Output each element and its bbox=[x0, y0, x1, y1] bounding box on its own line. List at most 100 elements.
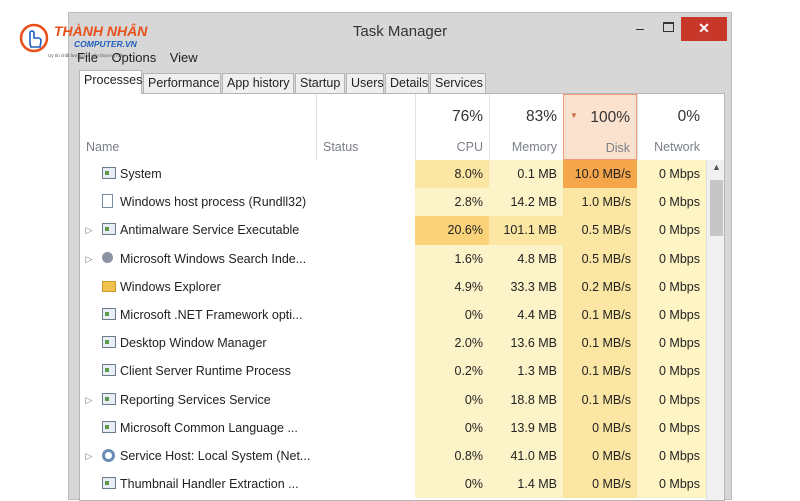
process-memory: 14.2 MB bbox=[489, 188, 563, 217]
process-network: 0 Mbps bbox=[637, 188, 706, 217]
process-disk: 0.2 MB/s bbox=[563, 272, 637, 301]
network-total-percent: 0% bbox=[677, 108, 700, 125]
process-status bbox=[316, 470, 412, 498]
process-status bbox=[316, 216, 412, 244]
process-row[interactable]: Microsoft .NET Framework opti... 0% 4.4 MB… bbox=[80, 300, 706, 330]
process-disk: 0.1 MB/s bbox=[563, 357, 637, 386]
process-icon-cell bbox=[102, 188, 120, 216]
process-icon-cell bbox=[102, 357, 120, 385]
network-column-header[interactable]: 0% Network bbox=[637, 94, 706, 160]
process-row[interactable]: Windows host process (Rundll32) 2.8% 14.2 … bbox=[80, 188, 706, 217]
process-row[interactable]: Client Server Runtime Process 0.2% 1.3 MB 0… bbox=[80, 357, 706, 386]
process-disk: 0 MB/s bbox=[563, 413, 637, 442]
process-memory: 0.1 MB bbox=[489, 160, 563, 189]
process-network: 0 Mbps bbox=[637, 300, 706, 330]
process-row[interactable]: Microsoft Common Language ... 0% 13.9 MB 0 … bbox=[80, 413, 706, 442]
expand-chevron-icon[interactable]: ▷ bbox=[82, 442, 96, 470]
process-cpu: 8.0% bbox=[415, 160, 489, 189]
process-icon-cell bbox=[102, 273, 120, 301]
process-status bbox=[316, 442, 412, 470]
process-row[interactable]: Thumbnail Handler Extraction ... 0% 1.4 MB… bbox=[80, 470, 706, 499]
vertical-scrollbar[interactable]: ▲ bbox=[706, 160, 724, 500]
process-status bbox=[316, 245, 412, 273]
process-icon-cell bbox=[102, 442, 120, 470]
process-network: 0 Mbps bbox=[637, 413, 706, 442]
process-row[interactable]: Windows Explorer 4.9% 33.3 MB 0.2 MB/s 0 Mbp… bbox=[80, 272, 706, 301]
tab-services[interactable]: Services bbox=[430, 73, 486, 93]
process-icon-cell bbox=[102, 216, 120, 244]
app-icon bbox=[102, 223, 116, 236]
process-row[interactable]: System 8.0% 0.1 MB 10.0 MB/s 0 Mbps bbox=[80, 160, 706, 189]
process-cpu: 2.8% bbox=[415, 188, 489, 217]
process-network: 0 Mbps bbox=[637, 441, 706, 471]
title-bar[interactable]: Task Manager – ✕ bbox=[69, 13, 731, 49]
process-row[interactable]: ▷ Reporting Services Service 0% 18.8 MB 0.1 … bbox=[80, 385, 706, 414]
process-cpu: 0.2% bbox=[415, 357, 489, 386]
minimize-button[interactable]: – bbox=[629, 17, 651, 41]
process-row[interactable]: ▷ Service Host: Local System (Net... 0.8% 4… bbox=[80, 441, 706, 471]
app-icon bbox=[102, 336, 116, 349]
app-icon bbox=[102, 167, 116, 179]
watermark-tagline: Uy tín chất lượng tạo nên thương hiệu bbox=[48, 53, 125, 58]
expand-chevron-icon[interactable]: ▷ bbox=[82, 245, 96, 273]
memory-column-header[interactable]: 83% Memory bbox=[489, 94, 563, 160]
sort-descending-icon: ▼ bbox=[570, 111, 578, 120]
process-cpu: 0% bbox=[415, 385, 489, 414]
process-row[interactable]: ▷ Antimalware Service Executable 20.6% 101.… bbox=[80, 216, 706, 245]
process-row[interactable]: ▷ Microsoft Windows Search Inde... 1.6% 4.8… bbox=[80, 244, 706, 273]
maximize-button[interactable] bbox=[657, 17, 679, 41]
app-icon bbox=[102, 477, 116, 490]
name-header-label: Name bbox=[86, 140, 120, 154]
document-icon bbox=[102, 194, 113, 209]
cpu-column-header[interactable]: 76% CPU bbox=[415, 94, 489, 160]
process-memory: 1.4 MB bbox=[489, 470, 563, 499]
process-network: 0 Mbps bbox=[637, 470, 706, 499]
process-memory: 18.8 MB bbox=[489, 385, 563, 414]
expand-chevron-icon[interactable]: ▷ bbox=[82, 386, 96, 414]
process-cpu: 1.6% bbox=[415, 244, 489, 273]
app-icon bbox=[102, 364, 116, 377]
expand-chevron-icon[interactable]: ▷ bbox=[82, 216, 96, 244]
tab-users[interactable]: Users bbox=[346, 73, 384, 93]
process-cpu: 4.9% bbox=[415, 272, 489, 301]
process-memory: 4.4 MB bbox=[489, 300, 563, 330]
process-disk: 1.0 MB/s bbox=[563, 188, 637, 217]
process-disk: 10.0 MB/s bbox=[563, 160, 637, 189]
process-status bbox=[316, 414, 412, 442]
process-disk: 0.1 MB/s bbox=[563, 329, 637, 358]
process-memory: 13.9 MB bbox=[489, 413, 563, 442]
process-icon-cell bbox=[102, 386, 120, 414]
watermark-sub: COMPUTER.VN bbox=[74, 39, 137, 49]
name-column-header[interactable]: Name bbox=[80, 94, 316, 160]
close-button[interactable]: ✕ bbox=[681, 17, 727, 41]
process-network: 0 Mbps bbox=[637, 272, 706, 301]
no-expander bbox=[82, 273, 96, 301]
tab-startup[interactable]: Startup bbox=[295, 73, 345, 93]
hand-cursor-logo-icon bbox=[19, 23, 49, 53]
tab-processes[interactable]: Processes bbox=[79, 70, 142, 94]
process-status bbox=[316, 273, 412, 301]
tab-performance[interactable]: Performance bbox=[143, 73, 221, 93]
scrollbar-thumb[interactable] bbox=[710, 180, 723, 236]
process-network: 0 Mbps bbox=[637, 160, 706, 189]
no-expander bbox=[82, 329, 96, 357]
app-icon bbox=[102, 392, 116, 405]
user-icon bbox=[102, 251, 113, 263]
disk-header-label: Disk bbox=[605, 141, 630, 155]
app-icon bbox=[102, 420, 116, 433]
process-network: 0 Mbps bbox=[637, 385, 706, 414]
status-column-header[interactable]: Status bbox=[316, 94, 415, 160]
gear-icon bbox=[102, 448, 115, 462]
process-network: 0 Mbps bbox=[637, 357, 706, 386]
tab-app-history[interactable]: App history bbox=[222, 73, 294, 93]
menu-view[interactable]: View bbox=[170, 50, 198, 65]
process-icon-cell bbox=[102, 470, 120, 498]
tab-details[interactable]: Details bbox=[385, 73, 429, 93]
process-memory: 33.3 MB bbox=[489, 272, 563, 301]
process-row[interactable]: Desktop Window Manager 2.0% 13.6 MB 0.1 MB/… bbox=[80, 329, 706, 358]
process-icon-cell bbox=[102, 245, 120, 273]
network-header-label: Network bbox=[654, 140, 700, 154]
disk-column-header[interactable]: ▼ 100% Disk bbox=[563, 94, 637, 160]
process-disk: 0.5 MB/s bbox=[563, 244, 637, 273]
scroll-up-icon[interactable]: ▲ bbox=[707, 162, 724, 172]
